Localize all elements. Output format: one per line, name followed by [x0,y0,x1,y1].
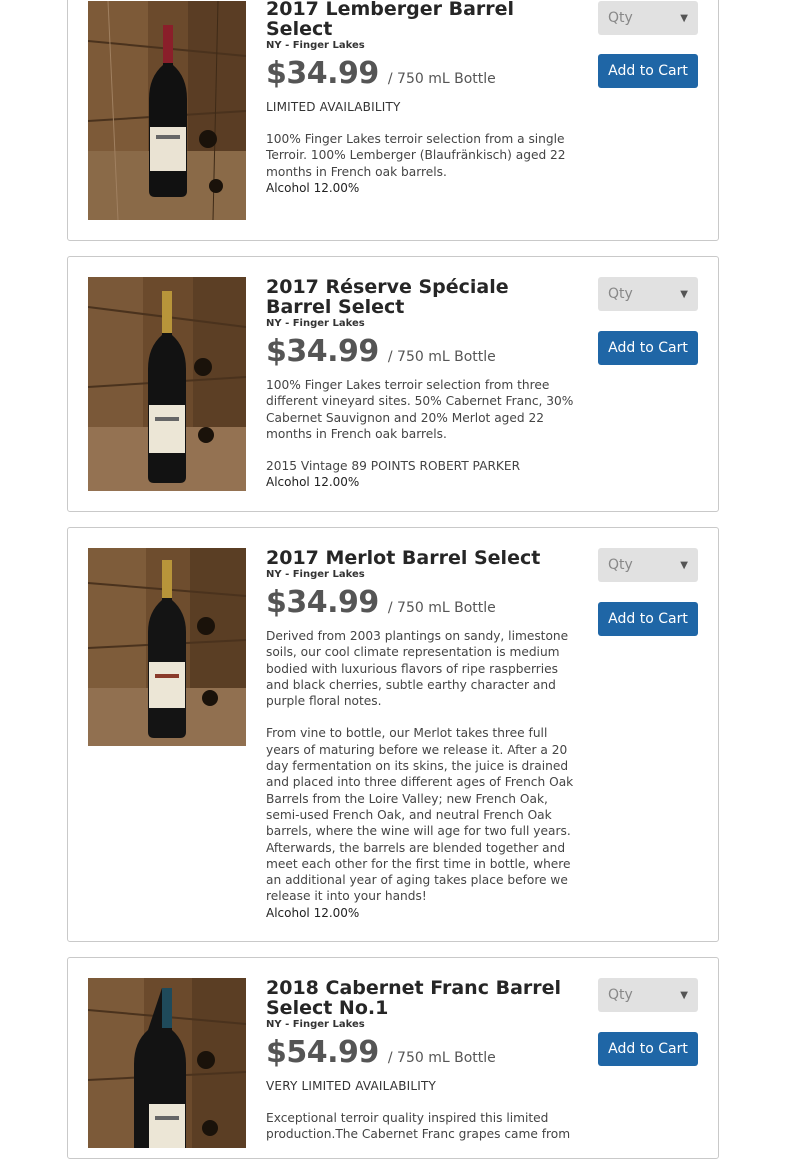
price-row: $54.99 / 750 mL Bottle [266,1036,578,1075]
qty-select[interactable]: Qty ▼ [598,277,698,311]
product-card: 2017 Réserve Spéciale Barrel Select NY -… [67,256,719,512]
product-description: 100% Finger Lakes terroir selection from… [266,377,578,474]
qty-placeholder: Qty [608,987,633,1003]
product-price: $34.99 [266,585,379,620]
product-info: 2017 Lemberger Barrel Select NY - Finger… [266,0,578,196]
product-unit: / 750 mL Bottle [387,349,496,365]
product-image[interactable] [88,277,246,491]
description-paragraph: 2015 Vintage 89 POINTS ROBERT PARKER [266,459,521,474]
product-unit: / 750 mL Bottle [387,1050,496,1066]
wine-bottle-photo-icon [88,548,246,746]
product-price: $34.99 [266,334,379,369]
alcohol-content: Alcohol 12.00% [266,905,360,920]
qty-placeholder: Qty [608,286,633,302]
product-price: $34.99 [266,56,379,91]
description-paragraph: 100% Finger Lakes terroir selection from… [266,132,566,179]
availability-label: VERY LIMITED AVAILABILITY [266,1079,437,1093]
description-paragraph: Derived from 2003 plantings on sandy, li… [266,629,569,709]
product-region: NY - Finger Lakes [266,40,365,51]
add-to-cart-button[interactable]: Add to Cart [598,602,698,636]
qty-select[interactable]: Qty ▼ [598,978,698,1012]
wine-bottle-photo-icon [88,978,246,1148]
product-description: 100% Finger Lakes terroir selection from… [266,131,578,180]
price-row: $34.99 / 750 mL Bottle [266,57,578,96]
product-image[interactable] [88,978,246,1148]
wine-bottle-photo-icon [88,1,246,220]
qty-select[interactable]: Qty ▼ [598,1,698,35]
alcohol-content: Alcohol 12.00% [266,180,360,195]
product-info: 2018 Cabernet Franc Barrel Select No.1 N… [266,978,578,1143]
price-row: $34.99 / 750 mL Bottle [266,335,578,374]
product-description: Derived from 2003 plantings on sandy, li… [266,628,578,905]
product-price: $54.99 [266,1035,379,1070]
product-region: NY - Finger Lakes [266,1019,365,1030]
description-paragraph: From vine to bottle, our Merlot takes th… [266,726,574,904]
product-title[interactable]: 2017 Réserve Spéciale Barrel Select [266,277,578,317]
chevron-down-icon: ▼ [680,989,688,1001]
qty-select[interactable]: Qty ▼ [598,548,698,582]
add-to-cart-button[interactable]: Add to Cart [598,54,698,88]
chevron-down-icon: ▼ [680,288,688,300]
product-unit: / 750 mL Bottle [387,71,496,87]
availability-label: LIMITED AVAILABILITY [266,100,401,114]
wine-bottle-photo-icon [88,277,246,491]
add-to-cart-button[interactable]: Add to Cart [598,1032,698,1066]
product-image[interactable] [88,1,246,220]
product-title[interactable]: 2017 Lemberger Barrel Select [266,0,578,39]
product-card: 2017 Lemberger Barrel Select NY - Finger… [67,0,719,241]
product-image[interactable] [88,548,246,746]
product-unit: / 750 mL Bottle [387,600,496,616]
product-info: 2017 Réserve Spéciale Barrel Select NY -… [266,277,578,490]
product-title[interactable]: 2017 Merlot Barrel Select [266,548,578,568]
product-region: NY - Finger Lakes [266,318,365,329]
description-paragraph: Exceptional terroir quality inspired thi… [266,1111,571,1142]
product-region: NY - Finger Lakes [266,569,365,580]
product-card: 2017 Merlot Barrel Select NY - Finger La… [67,527,719,942]
product-title[interactable]: 2018 Cabernet Franc Barrel Select No.1 [266,978,578,1018]
product-description: Exceptional terroir quality inspired thi… [266,1110,578,1143]
description-paragraph: 100% Finger Lakes terroir selection from… [266,378,574,441]
chevron-down-icon: ▼ [680,559,688,571]
qty-placeholder: Qty [608,557,633,573]
product-info: 2017 Merlot Barrel Select NY - Finger La… [266,548,578,921]
alcohol-content: Alcohol 12.00% [266,475,360,490]
qty-placeholder: Qty [608,10,633,26]
add-to-cart-button[interactable]: Add to Cart [598,331,698,365]
chevron-down-icon: ▼ [680,12,688,24]
price-row: $34.99 / 750 mL Bottle [266,586,578,625]
product-card: 2018 Cabernet Franc Barrel Select No.1 N… [67,957,719,1159]
